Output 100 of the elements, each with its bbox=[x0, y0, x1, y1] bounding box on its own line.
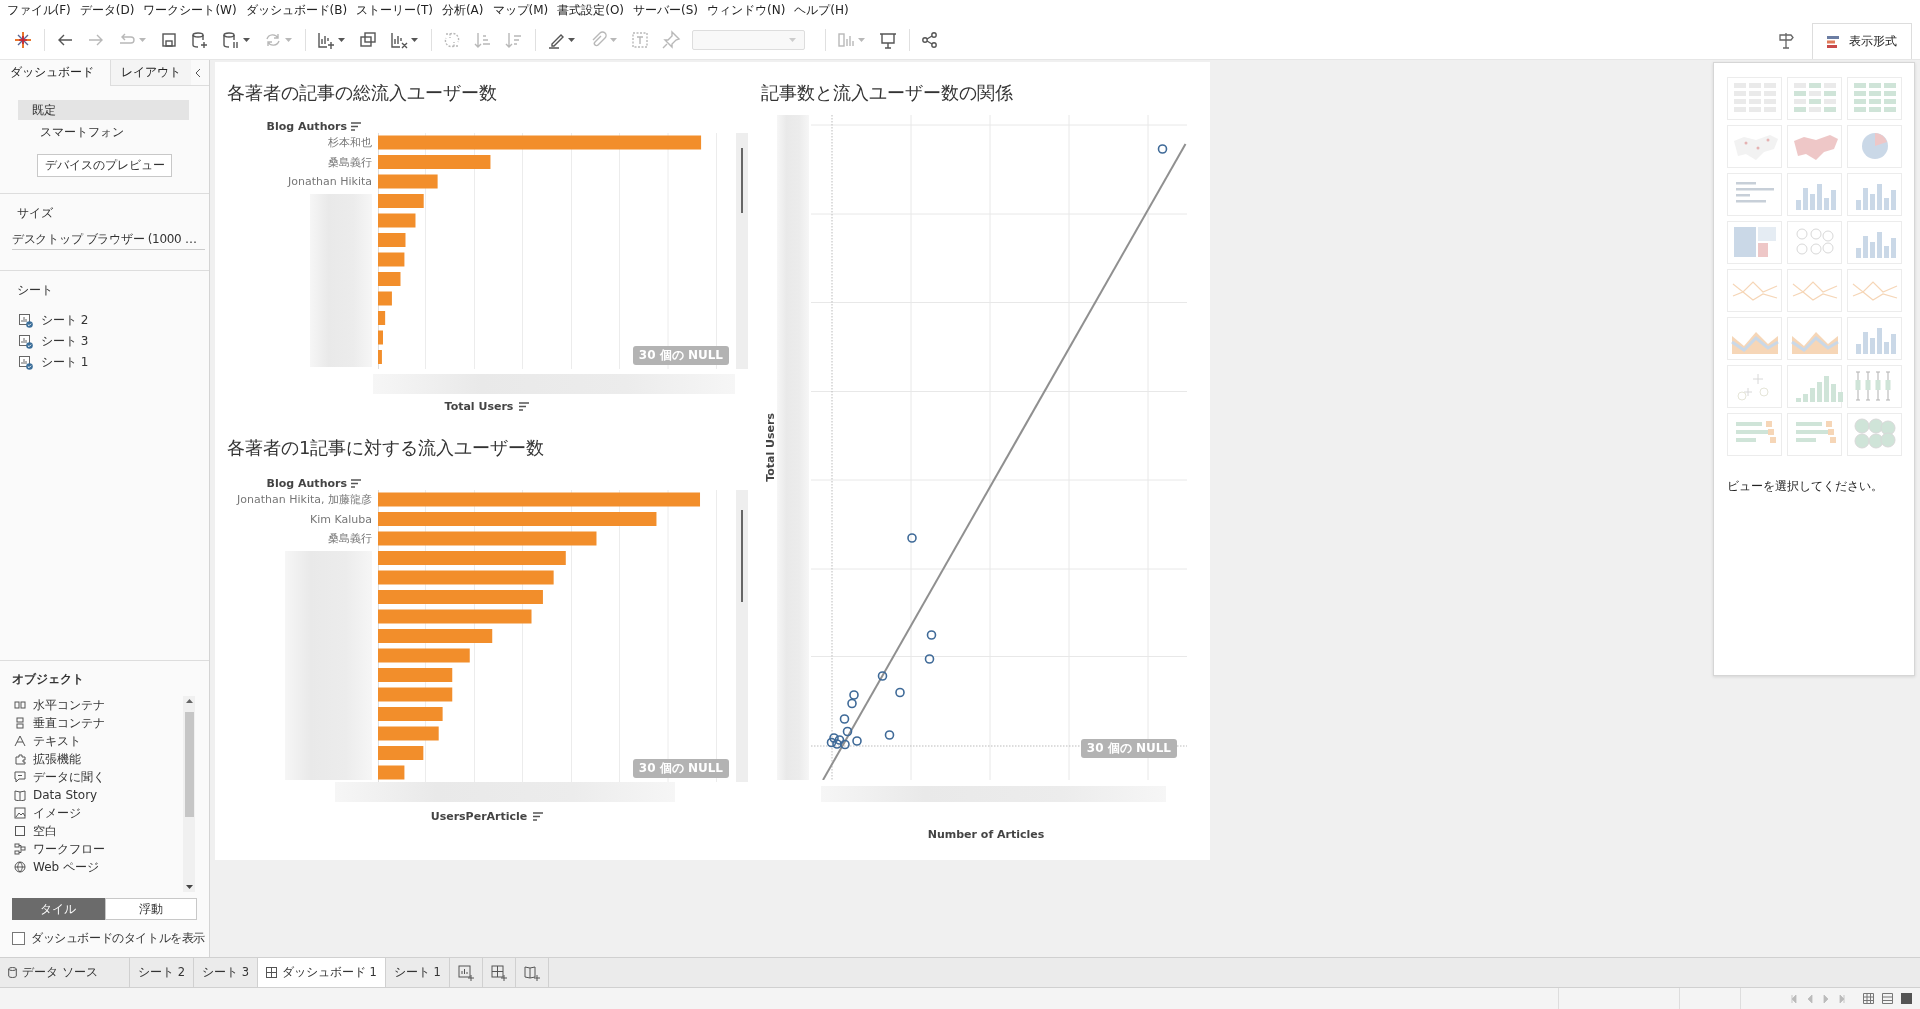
grid-view-icon[interactable] bbox=[1863, 993, 1874, 1004]
bar[interactable] bbox=[378, 350, 382, 364]
chart-type-thumbnail[interactable] bbox=[1787, 221, 1842, 264]
menu-item[interactable]: ワークシート(W) bbox=[138, 1, 242, 19]
chart-type-thumbnail[interactable] bbox=[1727, 173, 1782, 216]
chart-type-thumbnail[interactable] bbox=[1787, 317, 1842, 360]
size-dropdown[interactable]: デスクトップ ブラウザー (1000 … bbox=[12, 229, 205, 250]
chart-type-thumbnail[interactable] bbox=[1787, 269, 1842, 312]
sheet-item[interactable]: シート 2 bbox=[41, 312, 89, 329]
data-point[interactable] bbox=[840, 739, 850, 750]
sheet-item[interactable]: シート 3 bbox=[41, 333, 89, 350]
chart-type-thumbnail[interactable] bbox=[1847, 125, 1902, 168]
menu-item[interactable]: ウィンドウ(N) bbox=[702, 1, 790, 19]
scroll-up-icon[interactable] bbox=[185, 699, 193, 703]
bar[interactable] bbox=[378, 707, 443, 721]
menu-item[interactable]: 書式設定(O) bbox=[552, 1, 629, 19]
bar[interactable] bbox=[378, 155, 491, 169]
data-point[interactable] bbox=[829, 733, 839, 743]
bar[interactable] bbox=[378, 687, 453, 702]
chart-type-thumbnail[interactable] bbox=[1847, 173, 1902, 216]
new-sheet-icon[interactable] bbox=[457, 964, 474, 981]
scrollbar[interactable] bbox=[736, 133, 748, 369]
data-point[interactable] bbox=[832, 739, 842, 749]
chart-type-thumbnail[interactable] bbox=[1787, 365, 1842, 408]
chart-type-thumbnail[interactable] bbox=[1727, 269, 1782, 312]
scrollbar[interactable] bbox=[736, 490, 748, 782]
first-page-icon[interactable] bbox=[1791, 993, 1797, 1004]
data-point[interactable] bbox=[842, 726, 853, 737]
device-option[interactable]: 既定 bbox=[18, 100, 189, 120]
menu-item[interactable]: サーバー(S) bbox=[628, 1, 703, 19]
chart-type-thumbnail[interactable] bbox=[1847, 413, 1902, 456]
data-point[interactable] bbox=[852, 736, 862, 746]
bar[interactable] bbox=[378, 272, 401, 286]
object-item[interactable]: 空白 bbox=[33, 822, 57, 840]
chart-type-thumbnail[interactable] bbox=[1787, 413, 1842, 456]
bar[interactable] bbox=[378, 570, 554, 585]
device-option[interactable]: スマートフォン bbox=[18, 122, 189, 142]
sheet-tab[interactable]: データ ソース bbox=[0, 958, 130, 987]
bar[interactable] bbox=[378, 668, 453, 682]
object-item[interactable]: テキスト bbox=[33, 732, 81, 750]
data-point[interactable] bbox=[847, 698, 857, 709]
object-item[interactable]: データに聞く bbox=[33, 768, 105, 786]
chart-type-thumbnail[interactable] bbox=[1727, 221, 1782, 264]
chart-type-thumbnail[interactable] bbox=[1847, 77, 1902, 120]
sheet-tab[interactable]: シート 2 bbox=[130, 958, 194, 987]
author-label[interactable]: 桑島義行 bbox=[215, 152, 378, 172]
bar[interactable] bbox=[378, 765, 405, 780]
chart-type-thumbnail[interactable] bbox=[1727, 413, 1782, 456]
bar[interactable] bbox=[378, 512, 657, 526]
checkbox[interactable] bbox=[12, 932, 25, 945]
data-point[interactable] bbox=[826, 737, 837, 748]
data-point[interactable] bbox=[849, 690, 859, 700]
caret-icon[interactable] bbox=[568, 37, 575, 42]
menu-item[interactable]: ファイル(F) bbox=[2, 1, 76, 19]
data-point[interactable] bbox=[924, 654, 935, 664]
data-point[interactable] bbox=[907, 533, 917, 543]
next-page-icon[interactable] bbox=[1823, 993, 1829, 1004]
object-item[interactable]: イメージ bbox=[33, 804, 81, 822]
layout-mode-button[interactable]: 浮動 bbox=[104, 898, 197, 920]
panel-tab[interactable]: レイアウト bbox=[110, 60, 191, 86]
author-label[interactable]: Kim Kaluba bbox=[215, 509, 378, 529]
dropdown-field[interactable] bbox=[692, 29, 805, 50]
bar[interactable] bbox=[378, 492, 700, 507]
menu-item[interactable]: データ(D) bbox=[75, 1, 139, 19]
author-label[interactable]: 桑島義行 bbox=[215, 529, 378, 549]
sheet-tab[interactable]: シート 3 bbox=[194, 958, 258, 987]
sheet-item[interactable]: シート 1 bbox=[41, 354, 89, 371]
new-story-icon[interactable] bbox=[523, 964, 540, 981]
duplicate-icon[interactable] bbox=[358, 29, 378, 50]
database-pause-icon[interactable] bbox=[221, 29, 241, 50]
object-item[interactable]: 水平コンテナ bbox=[33, 696, 105, 714]
caret-icon[interactable] bbox=[338, 37, 345, 42]
data-point[interactable] bbox=[877, 671, 888, 681]
object-item[interactable]: 垂直コンテナ bbox=[33, 714, 105, 732]
menu-item[interactable]: ヘルプ(H) bbox=[789, 1, 854, 19]
bar[interactable] bbox=[378, 291, 392, 306]
author-label[interactable]: Jonathan Hikita, 加藤龍彦 bbox=[215, 490, 378, 510]
data-point[interactable] bbox=[834, 735, 845, 745]
previous-page-icon[interactable] bbox=[1807, 993, 1813, 1004]
sheet-tab[interactable]: シート 1 bbox=[385, 958, 450, 987]
sort-icon[interactable] bbox=[519, 402, 531, 411]
bar[interactable] bbox=[378, 194, 424, 208]
chart-type-thumbnail[interactable] bbox=[1847, 317, 1902, 360]
bar[interactable] bbox=[378, 233, 406, 247]
data-point[interactable] bbox=[839, 714, 850, 724]
chart-type-thumbnail[interactable] bbox=[1847, 269, 1902, 312]
text-box-icon[interactable] bbox=[630, 29, 650, 50]
bar[interactable] bbox=[378, 213, 416, 228]
chart-type-thumbnail[interactable] bbox=[1727, 365, 1782, 408]
menu-item[interactable]: 分析(A) bbox=[437, 1, 488, 19]
collapse-chevron-icon[interactable] bbox=[195, 67, 201, 78]
bar[interactable] bbox=[378, 551, 566, 565]
chart-type-thumbnail[interactable] bbox=[1787, 173, 1842, 216]
menu-item[interactable]: マップ(M) bbox=[488, 1, 553, 19]
sort-icon[interactable] bbox=[533, 812, 545, 821]
single-view-icon[interactable] bbox=[1901, 993, 1912, 1004]
chart-type-thumbnail[interactable] bbox=[1847, 365, 1902, 408]
caret-icon[interactable] bbox=[185, 885, 193, 889]
bar[interactable] bbox=[378, 648, 470, 663]
new-dashboard-icon[interactable] bbox=[490, 964, 507, 981]
